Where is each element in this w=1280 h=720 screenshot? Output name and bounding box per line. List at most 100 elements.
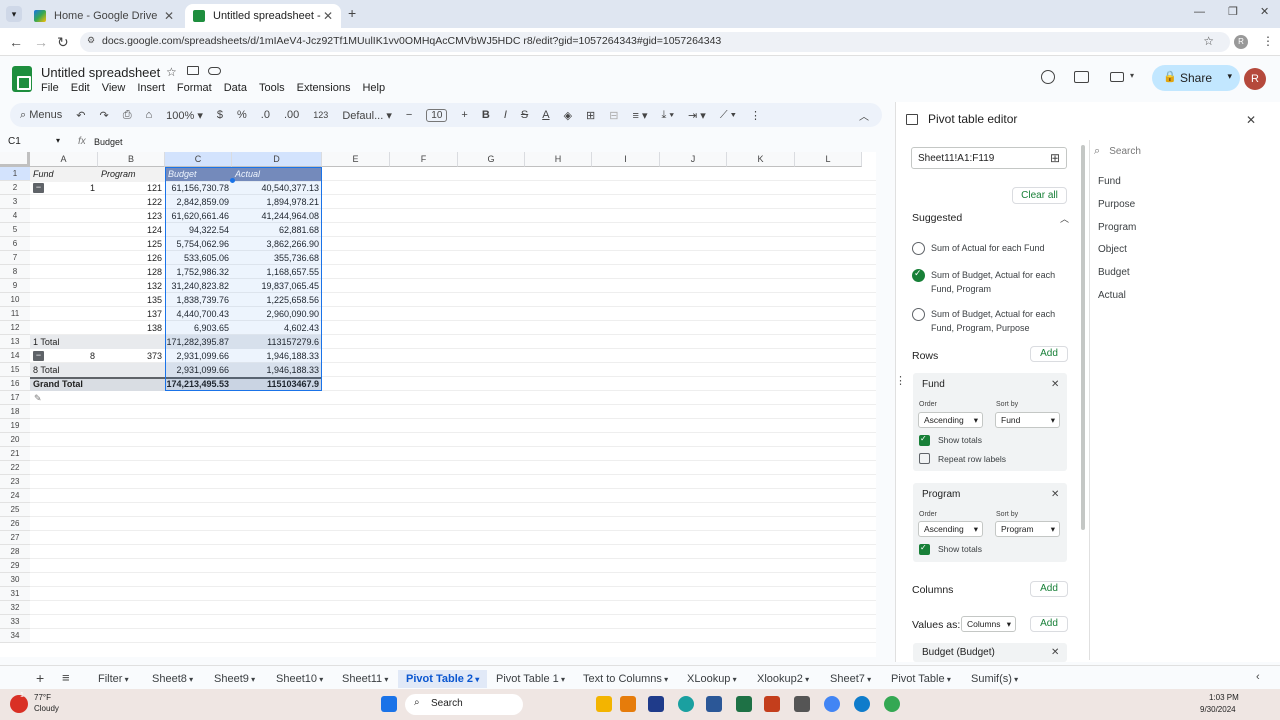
budget-cell[interactable]: 94,322.54	[165, 223, 232, 237]
menu-edit[interactable]: Edit	[71, 82, 90, 94]
store-icon[interactable]	[620, 696, 636, 712]
row-header[interactable]: 8	[0, 265, 30, 279]
row-header[interactable]: 19	[0, 419, 30, 433]
spreadsheet-grid[interactable]: ABCDEFGHIJKL 1 2 3 4 5 6 7 8 9 10 11 12 13 14 15 16 17 18…	[0, 152, 876, 657]
share-button[interactable]: 🔒 Share ▾	[1152, 65, 1240, 91]
column-header[interactable]: G	[458, 152, 525, 167]
row-header[interactable]: 1	[0, 167, 30, 181]
actual-cell[interactable]: 4,602.43	[232, 321, 322, 335]
sheet-tab[interactable]: Text to Columns ▾	[575, 670, 676, 688]
column-header[interactable]: K	[727, 152, 795, 167]
menu-format[interactable]: Format	[177, 82, 212, 94]
actual-cell[interactable]: 3,862,266.90	[232, 237, 322, 251]
sheet-tab[interactable]: Sheet9 ▾	[206, 670, 263, 688]
fund-cell[interactable]	[30, 321, 98, 335]
budget-cell[interactable]: 533,605.06	[165, 251, 232, 265]
align-vertical-icon[interactable]: ⤓ ▾	[661, 109, 674, 122]
app-l-icon[interactable]	[648, 696, 664, 712]
weather-icon[interactable]	[10, 695, 28, 713]
row-header[interactable]: 28	[0, 545, 30, 559]
sheet-tab-dropdown-icon[interactable]: ▾	[865, 675, 871, 684]
program-cell[interactable]: 132	[98, 279, 165, 293]
row-header[interactable]: 29	[0, 559, 30, 573]
restore-icon[interactable]: ❐	[1228, 5, 1238, 18]
values-as-select[interactable]: Columns ▾	[961, 616, 1016, 632]
sheet-tab[interactable]: Pivot Table 1 ▾	[488, 670, 573, 688]
clear-all-button[interactable]: Clear all	[1012, 187, 1067, 204]
program-cell[interactable]: 121	[98, 181, 165, 195]
remove-value-icon[interactable]: ✕	[1051, 647, 1059, 658]
merge-cells-icon[interactable]: ⊟	[609, 109, 618, 122]
suggestion-radio[interactable]	[912, 242, 925, 255]
edge-icon[interactable]	[854, 696, 870, 712]
sort-by-select[interactable]: Fund ▾	[995, 412, 1060, 428]
total-actual[interactable]: 1,946,188.33	[232, 363, 322, 377]
program-cell[interactable]: 125	[98, 237, 165, 251]
order-select[interactable]: Ascending ▾	[918, 521, 983, 537]
bookmark-star-icon[interactable]: ☆	[1203, 34, 1214, 48]
row-header[interactable]: 23	[0, 475, 30, 489]
meet-dropdown-icon[interactable]: ▾	[1130, 71, 1134, 80]
menu-file[interactable]: File	[41, 82, 59, 94]
collapse-suggested-icon[interactable]: ︿	[1060, 212, 1069, 225]
print-icon[interactable]: ⎙	[123, 109, 132, 122]
total-budget[interactable]: 171,282,395.87	[165, 335, 232, 349]
url-field[interactable]: ⚙ docs.google.com/spreadsheets/d/1mIAeV4…	[80, 32, 1230, 52]
field-actual[interactable]: Actual	[1098, 290, 1126, 301]
sheet-tab-dropdown-icon[interactable]: ▾	[803, 675, 809, 684]
fund-cell[interactable]	[30, 265, 98, 279]
percent-format-button[interactable]: %	[237, 109, 247, 121]
sheet-tab-dropdown-icon[interactable]: ▾	[559, 675, 565, 684]
actual-cell[interactable]: 1,225,658.56	[232, 293, 322, 307]
program-cell[interactable]: 123	[98, 209, 165, 223]
forward-icon[interactable]: →	[34, 34, 48, 50]
comments-icon[interactable]	[1074, 71, 1089, 83]
budget-cell[interactable]: 31,240,823.82	[165, 279, 232, 293]
column-header[interactable]: C	[165, 152, 232, 167]
menu-view[interactable]: View	[102, 82, 126, 94]
suggestion-radio-selected[interactable]: ✓	[912, 268, 925, 282]
total-actual[interactable]: 115103467.9	[232, 377, 322, 391]
version-history-icon[interactable]	[1041, 70, 1055, 84]
close-icon[interactable]: ✕	[164, 9, 174, 23]
more-formats-button[interactable]: 123	[313, 110, 328, 120]
sheet-tab[interactable]: Pivot Table 2 ▾	[398, 670, 488, 688]
column-header[interactable]: D	[232, 152, 322, 167]
actual-cell[interactable]: 1,168,657.55	[232, 265, 322, 279]
profile-icon[interactable]: R	[1234, 35, 1248, 49]
menu-data[interactable]: Data	[224, 82, 247, 94]
sheet-tab[interactable]: Xlookup2 ▾	[749, 670, 817, 688]
currency-format-button[interactable]: $	[217, 109, 223, 121]
pivot-header-cell[interactable]: Budget	[165, 167, 232, 181]
meet-icon[interactable]	[1110, 72, 1124, 82]
row-header[interactable]: 30	[0, 573, 30, 587]
row-header[interactable]: 9	[0, 279, 30, 293]
text-wrap-icon[interactable]: ⇥ ▾	[688, 109, 706, 122]
column-header[interactable]: A	[30, 152, 98, 167]
column-header[interactable]: E	[322, 152, 390, 167]
fund-cell[interactable]: 8	[30, 349, 98, 363]
pivot-header-cell[interactable]: Actual	[232, 167, 322, 181]
column-header[interactable]: F	[390, 152, 458, 167]
name-box-dropdown-icon[interactable]: ▾	[56, 136, 60, 145]
remove-row-icon[interactable]: ✕	[1051, 379, 1059, 390]
program-cell[interactable]: 135	[98, 293, 165, 307]
total-budget[interactable]: 174,213,495.53	[165, 377, 232, 391]
document-title[interactable]: Untitled spreadsheet	[41, 65, 160, 80]
row-header[interactable]: 34	[0, 629, 30, 643]
grid-select-icon[interactable]: ⊞	[1050, 151, 1060, 165]
windows-start-icon[interactable]	[381, 696, 397, 712]
pivot-range-field[interactable]: Sheet11!A1:F119 ⊞	[911, 147, 1067, 169]
budget-cell[interactable]: 1,752,986.32	[165, 265, 232, 279]
suggestion-2[interactable]: Sum of Budget, Actual for each Fund, Pro…	[931, 268, 1061, 296]
font-select[interactable]: Defaul... ▾	[342, 109, 392, 122]
increase-decimal-button[interactable]: .00	[284, 109, 299, 121]
decrease-decimal-button[interactable]: .0	[261, 109, 270, 121]
total-label[interactable]: 8 Total	[30, 363, 165, 377]
menu-extensions[interactable]: Extensions	[297, 82, 351, 94]
actual-cell[interactable]: 1,946,188.33	[232, 349, 322, 363]
site-info-icon[interactable]: ⚙	[87, 35, 95, 46]
collapse-toolbar-icon[interactable]: ︿	[859, 108, 869, 123]
move-folder-icon[interactable]	[187, 66, 199, 75]
sheet-tab-dropdown-icon[interactable]: ▾	[249, 675, 255, 684]
